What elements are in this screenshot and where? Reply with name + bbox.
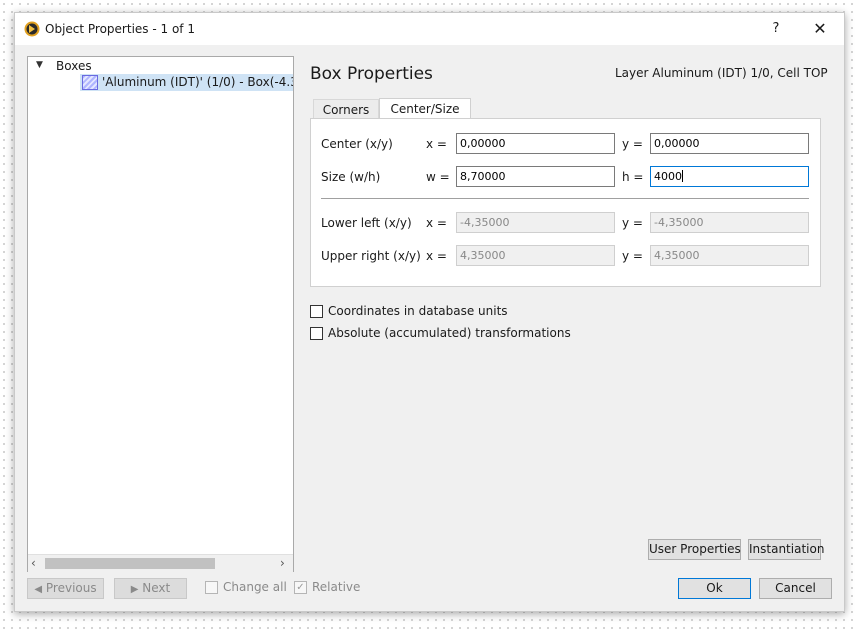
relative-checkbox[interactable]: ✓ bbox=[294, 581, 307, 594]
center-x-input[interactable]: 0,00000 bbox=[456, 133, 615, 154]
upper-right-label: Upper right (x/y) bbox=[321, 249, 421, 263]
instantiation-button[interactable]: Instantiation bbox=[748, 539, 824, 560]
center-y-label: y = bbox=[622, 137, 643, 151]
center-x-label: x = bbox=[426, 137, 447, 151]
tab-corners[interactable]: Corners bbox=[313, 99, 379, 120]
tree-item-box[interactable]: 'Aluminum (IDT)' (1/0) - Box(-4.35 bbox=[80, 74, 293, 91]
user-properties-button[interactable]: User Properties bbox=[648, 539, 741, 560]
tree-root-boxes[interactable]: Boxes bbox=[56, 59, 92, 73]
change-all-label[interactable]: Change all bbox=[223, 580, 287, 594]
size-label: Size (w/h) bbox=[321, 170, 381, 184]
cancel-button[interactable]: Cancel bbox=[759, 578, 832, 599]
upper-right-y-label: y = bbox=[622, 249, 643, 263]
klayout-app-icon bbox=[24, 21, 40, 37]
upper-right-x-input: 4,35000 bbox=[456, 245, 615, 266]
upper-right-x-label: x = bbox=[426, 249, 447, 263]
scroll-thumb[interactable] bbox=[45, 558, 215, 569]
size-w-input[interactable]: 8,70000 bbox=[456, 166, 615, 187]
horizontal-scrollbar[interactable]: ‹ › bbox=[28, 554, 293, 572]
tree-item-label: 'Aluminum (IDT)' (1/0) - Box(-4.35 bbox=[102, 75, 293, 89]
close-button[interactable]: ✕ bbox=[805, 17, 835, 41]
absolute-transform-label[interactable]: Absolute (accumulated) transformations bbox=[328, 326, 571, 340]
help-button[interactable]: ? bbox=[765, 17, 787, 41]
scroll-left-icon[interactable]: ‹ bbox=[31, 556, 36, 570]
layer-info: Layer Aluminum (IDT) 1/0, Cell TOP bbox=[615, 66, 828, 80]
tab-center-size[interactable]: Center/Size bbox=[379, 98, 471, 120]
arrow-right-icon: ▶ bbox=[130, 584, 139, 595]
layer-pattern-icon bbox=[82, 75, 98, 90]
db-units-label[interactable]: Coordinates in database units bbox=[328, 304, 508, 318]
lower-left-label: Lower left (x/y) bbox=[321, 216, 412, 230]
next-label: Next bbox=[142, 581, 171, 595]
center-label: Center (x/y) bbox=[321, 137, 393, 151]
center-size-pane: Center (x/y) x = 0,00000 y = 0,00000 Siz… bbox=[310, 118, 821, 287]
size-h-input[interactable]: 4000 bbox=[650, 166, 809, 187]
lower-left-y-label: y = bbox=[622, 216, 643, 230]
title-bar: Object Properties - 1 of 1 ? ✕ bbox=[15, 13, 844, 45]
size-h-label: h = bbox=[622, 170, 644, 184]
size-w-label: w = bbox=[426, 170, 450, 184]
previous-button[interactable]: ◀ Previous bbox=[27, 578, 104, 599]
size-h-value: 4000 bbox=[654, 170, 682, 183]
previous-label: Previous bbox=[45, 581, 97, 595]
object-tree[interactable]: ▼ Boxes 'Aluminum (IDT)' (1/0) - Box(-4.… bbox=[27, 56, 294, 572]
arrow-left-icon: ◀ bbox=[34, 584, 43, 595]
lower-left-x-input: -4,35000 bbox=[456, 212, 615, 233]
window-title: Object Properties - 1 of 1 bbox=[45, 22, 195, 36]
object-properties-dialog: Object Properties - 1 of 1 ? ✕ ▼ Boxes '… bbox=[14, 12, 845, 612]
next-button[interactable]: ▶ Next bbox=[114, 578, 187, 599]
ok-button[interactable]: Ok bbox=[678, 578, 751, 599]
expand-arrow-icon[interactable]: ▼ bbox=[36, 60, 43, 70]
lower-left-x-label: x = bbox=[426, 216, 447, 230]
scroll-right-icon[interactable]: › bbox=[280, 556, 285, 570]
change-all-checkbox[interactable] bbox=[205, 581, 218, 594]
panel-title: Box Properties bbox=[310, 64, 433, 84]
relative-label[interactable]: Relative bbox=[312, 580, 360, 594]
absolute-transform-checkbox[interactable] bbox=[310, 327, 323, 340]
upper-right-y-input: 4,35000 bbox=[650, 245, 809, 266]
lower-left-y-input: -4,35000 bbox=[650, 212, 809, 233]
text-caret bbox=[682, 170, 683, 182]
separator-line bbox=[321, 198, 809, 199]
center-y-input[interactable]: 0,00000 bbox=[650, 133, 809, 154]
db-units-checkbox[interactable] bbox=[310, 305, 323, 318]
